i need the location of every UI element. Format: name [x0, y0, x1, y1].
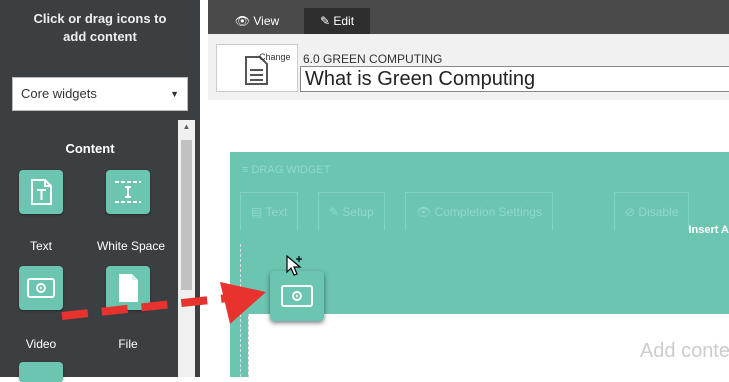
truncated-toolbar-label: Disable [638, 205, 679, 219]
section-number: 6.0 GREEN COMPUTING [303, 52, 443, 66]
chevron-down-icon: ▼ [170, 89, 179, 99]
tab-view[interactable]: 👁 View [214, 8, 300, 34]
scrollbar-thumb[interactable] [181, 140, 192, 290]
text-widget-icon [31, 179, 52, 205]
tab-edit[interactable]: ✎ Edit [304, 8, 370, 34]
truncated-toolbar-button[interactable]: ⊘ Disable [614, 192, 690, 230]
text-tab-button[interactable]: ▤ Text [240, 192, 299, 230]
page-editor: Change 6.0 GREEN COMPUTING What is Green… [208, 34, 729, 377]
change-thumbnail-link[interactable]: Change [259, 52, 291, 62]
setup-tab-button[interactable]: ✎ Setup [318, 192, 385, 230]
video-widget-button[interactable] [19, 266, 63, 310]
eye-icon: 👁 [416, 205, 432, 219]
insert-label: Insert A [688, 224, 729, 236]
tab-edit-label: Edit [333, 14, 355, 28]
drag-direction-arrow-icon [61, 282, 266, 324]
mouse-cursor-icon [286, 254, 302, 276]
file-widget-label: File [118, 337, 138, 351]
dragged-video-widget[interactable] [270, 271, 324, 321]
page-header: Change 6.0 GREEN COMPUTING What is Green… [208, 34, 729, 100]
tab-view-label: View [253, 14, 280, 28]
widget-toolbar: ▤ Text ✎ Setup 👁 Completion Settings ⊘ D… [240, 192, 729, 232]
page-thumbnail[interactable]: Change [216, 44, 298, 92]
completion-settings-label: Completion Settings [434, 205, 542, 219]
page-title-input[interactable]: What is Green Computing [300, 66, 729, 92]
drag-handle-icon: ≡ [242, 164, 249, 176]
sidebar-title: Click or drag icons to add content [0, 10, 200, 46]
add-content-area[interactable]: Add conte [248, 314, 729, 377]
content-section-heading: Content [65, 141, 115, 156]
sidebar-scrollbar[interactable]: ▲ [178, 120, 195, 377]
eye-icon: 👁 [234, 14, 251, 28]
widget-category-select[interactable]: Core widgets ▼ [12, 77, 188, 111]
lock-icon: ⊘ [625, 205, 636, 219]
drag-widget-text: DRAG WIDGET [251, 164, 331, 176]
white-space-widget-button[interactable] [106, 170, 150, 214]
drag-widget-label[interactable]: ≡ DRAG WIDGET [242, 164, 330, 176]
text-tab-label: Text [265, 205, 288, 219]
sidebar-title-line1: Click or drag icons to [33, 11, 167, 26]
video-widget-label: Video [25, 337, 57, 351]
scroll-up-arrow-icon[interactable]: ▲ [178, 120, 195, 134]
next-widget-button[interactable] [19, 362, 63, 382]
video-widget-icon [27, 278, 55, 298]
white-space-widget-icon [115, 181, 141, 203]
add-content-text: Add conte [639, 340, 729, 362]
pencil-icon: ✎ [319, 14, 331, 28]
text-widget-button[interactable] [19, 170, 63, 214]
wrench-icon: ✎ [329, 205, 340, 219]
widget-category-value: Core widgets [21, 86, 97, 101]
mode-tab-bar: 👁 View ✎ Edit [208, 0, 729, 34]
white-space-widget-label: White Space [96, 239, 166, 253]
video-widget-icon [281, 285, 313, 307]
text-icon: ▤ [251, 205, 263, 219]
setup-tab-label: Setup [342, 205, 374, 219]
text-widget-label: Text [29, 239, 52, 253]
sidebar-title-line2: add content [63, 29, 137, 44]
completion-settings-button[interactable]: 👁 Completion Settings [405, 192, 553, 230]
